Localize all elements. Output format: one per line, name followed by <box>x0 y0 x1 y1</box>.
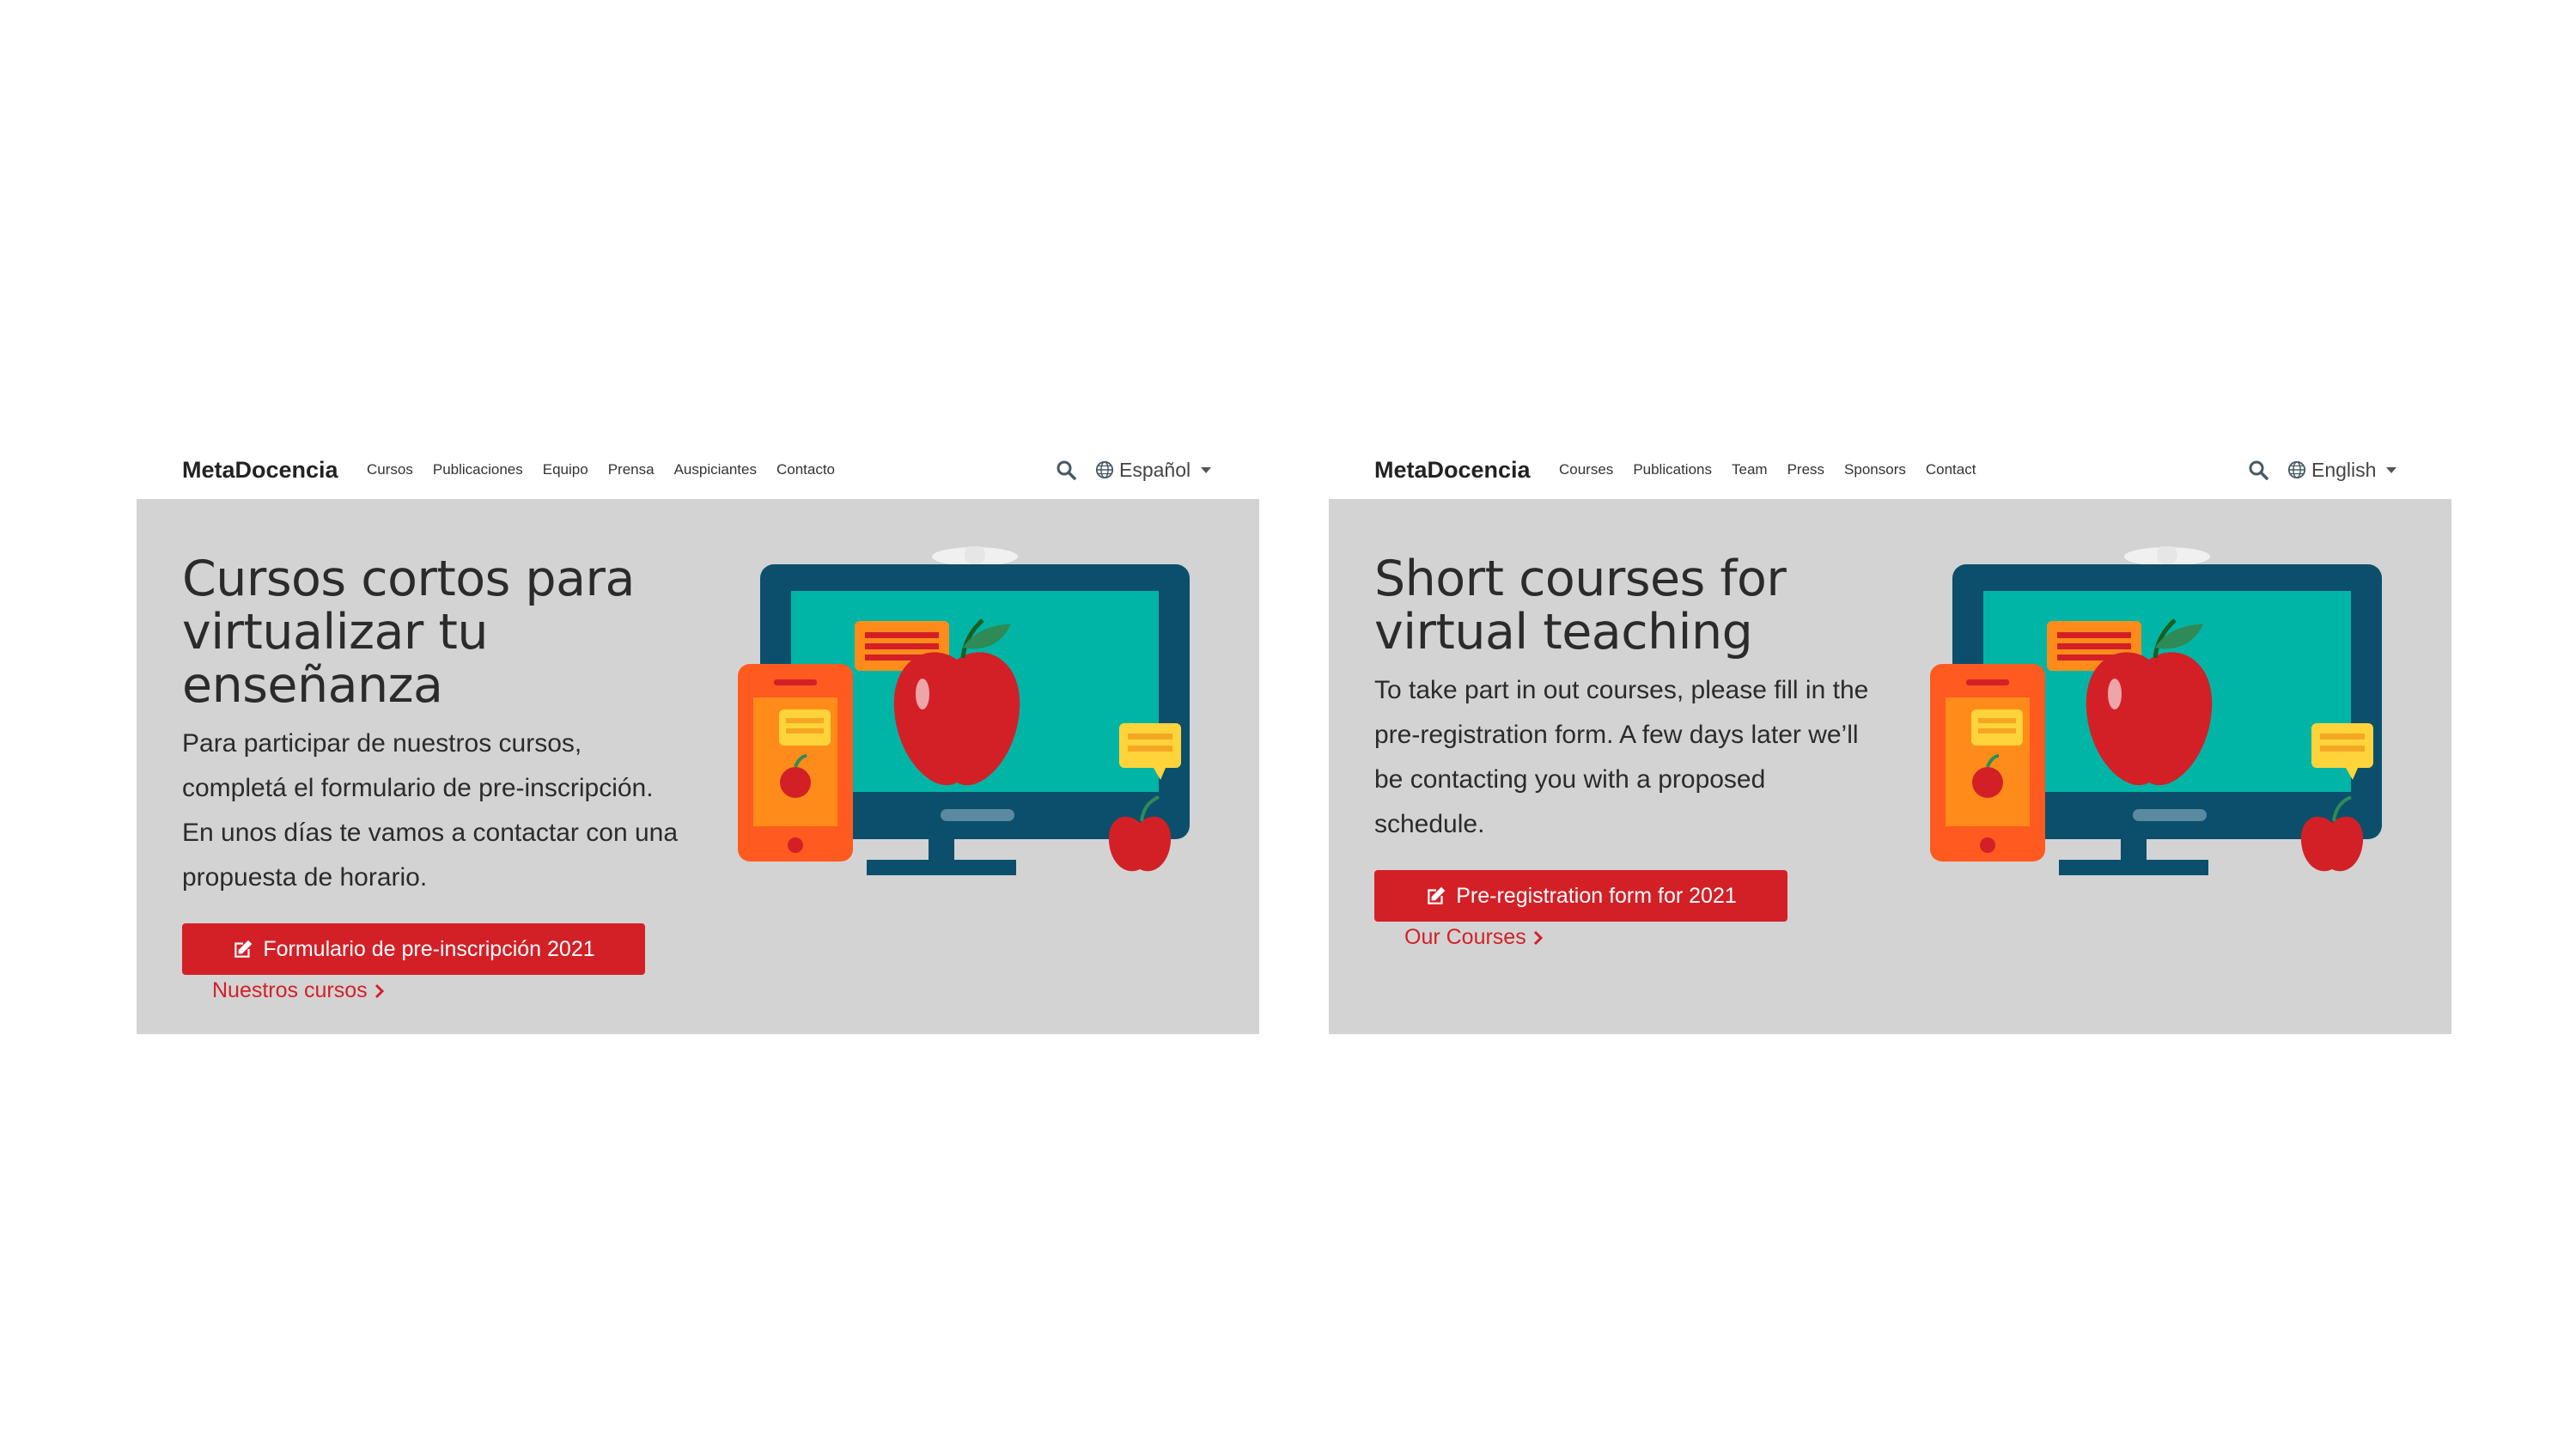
chevron-right-icon <box>375 983 384 998</box>
courses-link-label: Nuestros cursos <box>212 978 368 1002</box>
chevron-down-icon <box>1201 466 1212 473</box>
hero-description: Para participar de nuestros cursos, comp… <box>182 729 679 892</box>
website-panel-english: MetaDocencia Courses Publications Team P… <box>1329 441 2451 1034</box>
nav-item-press[interactable]: Press <box>1787 461 1824 478</box>
search-button[interactable] <box>2245 457 2271 483</box>
nav-menu: Courses Publications Team Press Sponsors… <box>1559 441 1976 499</box>
courses-link[interactable]: Our Courses <box>1404 925 1544 950</box>
preregistration-button[interactable]: Pre-registration form for 2021 <box>1374 870 1787 922</box>
language-label: English <box>2311 458 2377 481</box>
nav-item-equipo[interactable]: Equipo <box>543 461 588 478</box>
hero-title: Short courses for virtual teaching <box>1374 551 1787 661</box>
phone-graphic <box>738 664 853 861</box>
nav-item-auspiciantes[interactable]: Auspiciantes <box>674 461 757 478</box>
preregistration-button[interactable]: Formulario de pre-inscripción 2021 <box>182 923 645 975</box>
nav-item-contact[interactable]: Contact <box>1926 461 1976 478</box>
preregistration-button-label: Pre-registration form for 2021 <box>1456 883 1737 908</box>
search-icon <box>2249 460 2268 480</box>
language-dropdown[interactable]: Español <box>1095 455 1212 484</box>
nav-item-publications[interactable]: Publications <box>1633 461 1712 478</box>
brand-logo[interactable]: MetaDocencia <box>1374 441 1531 499</box>
nav-item-cursos[interactable]: Cursos <box>367 461 413 478</box>
hero-section: Cursos cortos para virtualizar tu enseña… <box>137 499 1259 1034</box>
search-button[interactable] <box>1053 457 1079 483</box>
nav-item-sponsors[interactable]: Sponsors <box>1844 461 1906 478</box>
language-label: Español <box>1119 458 1191 481</box>
search-icon <box>1057 460 1076 480</box>
phone-graphic <box>1930 664 2045 861</box>
chevron-right-icon <box>1533 930 1543 945</box>
preregistration-button-label: Formulario de pre-inscripción 2021 <box>263 936 595 961</box>
edit-icon <box>234 940 253 958</box>
website-panel-spanish: MetaDocencia Cursos Publicaciones Equipo… <box>137 441 1259 1034</box>
nav-menu: Cursos Publicaciones Equipo Prensa Auspi… <box>367 441 835 499</box>
hero-title: Cursos cortos para virtualizar tu enseña… <box>182 551 635 714</box>
edit-icon <box>1428 886 1446 904</box>
nav-item-contacto[interactable]: Contacto <box>776 461 835 478</box>
nav-item-publicaciones[interactable]: Publicaciones <box>433 461 523 478</box>
courses-link[interactable]: Nuestros cursos <box>212 978 385 1003</box>
computer-illustration <box>1930 546 2382 875</box>
globe-icon <box>2287 460 2306 479</box>
navbar: MetaDocencia Courses Publications Team P… <box>1329 441 2451 499</box>
nav-item-team[interactable]: Team <box>1732 461 1768 478</box>
computer-illustration <box>738 546 1190 875</box>
nav-item-courses[interactable]: Courses <box>1559 461 1613 478</box>
hero-section: Short courses for virtual teaching To ta… <box>1329 499 2451 1034</box>
courses-link-label: Our Courses <box>1404 925 1526 949</box>
language-dropdown[interactable]: English <box>2287 455 2397 484</box>
chevron-down-icon <box>2386 466 2397 473</box>
hero-description: To take part in out courses, please fill… <box>1374 676 1869 838</box>
globe-icon <box>1095 460 1114 479</box>
navbar: MetaDocencia Cursos Publicaciones Equipo… <box>137 441 1259 499</box>
brand-logo[interactable]: MetaDocencia <box>182 441 338 499</box>
nav-item-prensa[interactable]: Prensa <box>608 461 655 478</box>
